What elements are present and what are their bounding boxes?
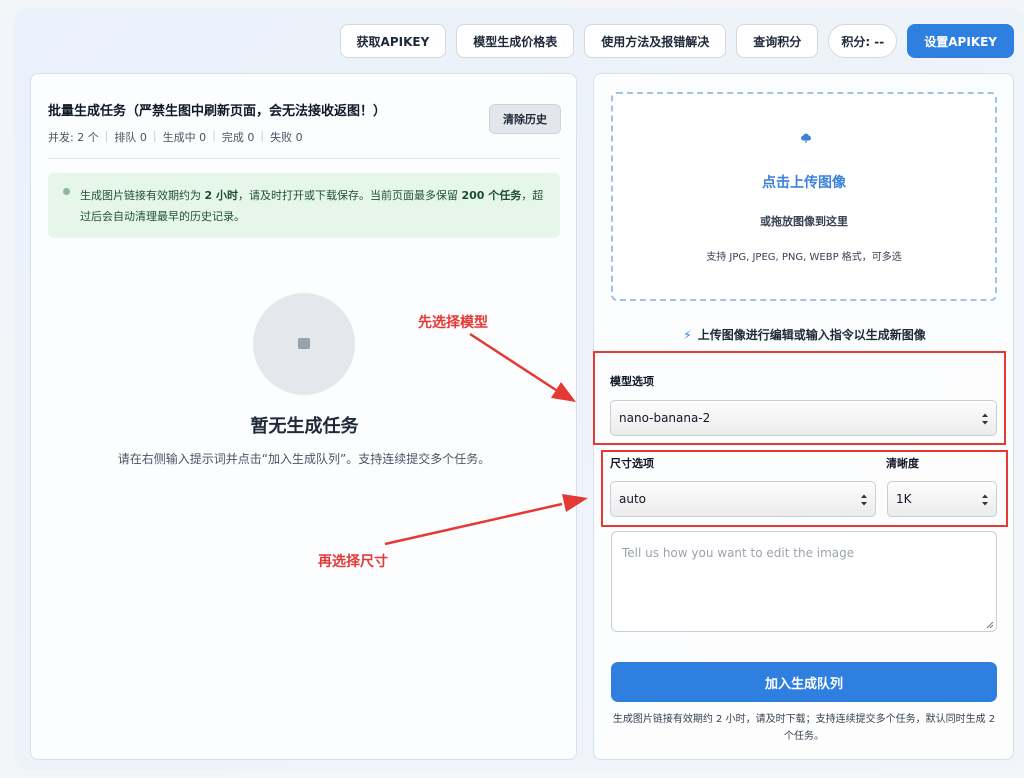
arrow-to-model (469, 332, 557, 392)
arrow-to-size (384, 502, 563, 546)
annotation-arrows (384, 332, 588, 546)
arrowhead-size (562, 494, 588, 512)
arrowhead-model (551, 382, 576, 402)
